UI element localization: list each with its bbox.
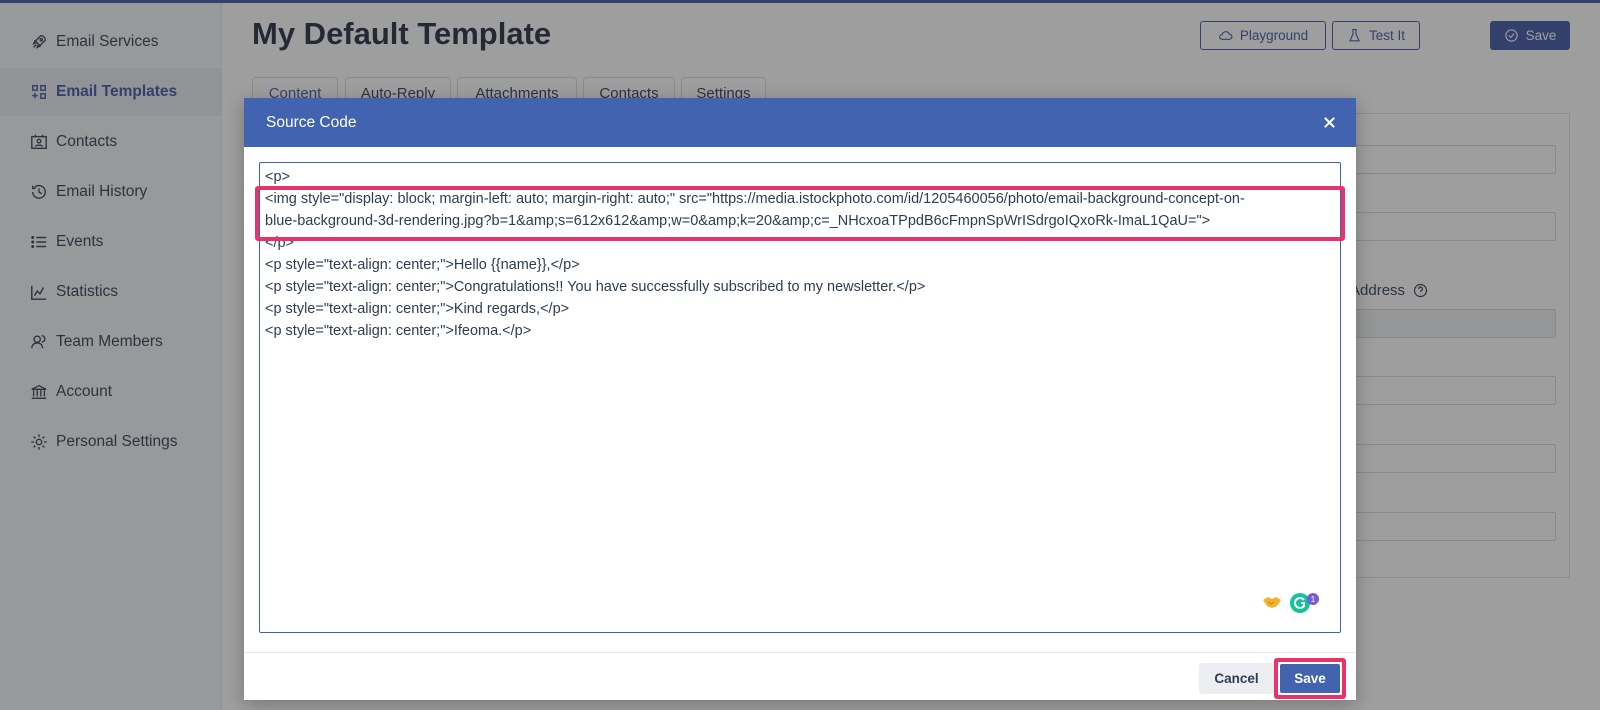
grammarly-count-badge: 1: [1307, 593, 1319, 605]
code-line: <p style="text-align: center;">Kind rega…: [265, 301, 570, 317]
handshake-icon[interactable]: [1261, 591, 1283, 613]
save-button-highlight: Save: [1274, 658, 1346, 699]
close-button[interactable]: [1318, 111, 1340, 133]
source-code-dialog: Source Code <p> <img style="display: blo…: [244, 98, 1356, 700]
dialog-title: Source Code: [266, 113, 357, 131]
close-icon: [1323, 116, 1335, 128]
source-code-textarea[interactable]: <p> <img style="display: block; margin-l…: [255, 162, 1345, 633]
dialog-save-button[interactable]: Save: [1280, 664, 1340, 693]
code-line: <p style="text-align: center;">Ifeoma.</…: [265, 323, 532, 339]
code-line: <p style="text-align: center;">Hello {{n…: [265, 257, 580, 273]
dialog-header: Source Code: [244, 98, 1356, 147]
dialog-footer: Cancel Save: [244, 652, 1356, 700]
code-line: <p>: [265, 169, 290, 185]
code-line: <p style="text-align: center;">Congratul…: [265, 279, 926, 295]
img-tag-highlight: [255, 186, 1345, 241]
cancel-button[interactable]: Cancel: [1199, 663, 1274, 694]
